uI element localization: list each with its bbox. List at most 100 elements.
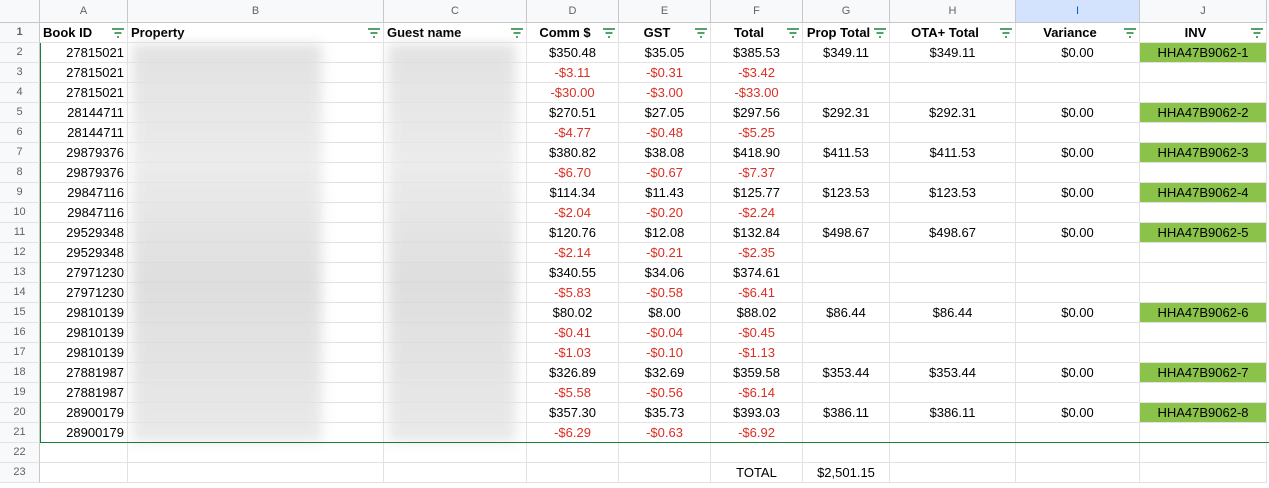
ota-total-cell[interactable]: [890, 323, 1016, 343]
book-id-cell[interactable]: 29810139: [40, 323, 128, 343]
row-number[interactable]: 12: [0, 243, 40, 263]
ota-total-cell[interactable]: [890, 243, 1016, 263]
cell[interactable]: [1140, 443, 1267, 463]
prop-total-cell[interactable]: $349.11: [803, 43, 890, 63]
comm-cell[interactable]: -$0.41: [527, 323, 619, 343]
ota-total-cell[interactable]: [890, 83, 1016, 103]
inv-cell[interactable]: [1140, 123, 1267, 143]
inv-cell[interactable]: [1140, 343, 1267, 363]
total-cell[interactable]: -$2.24: [711, 203, 803, 223]
comm-cell[interactable]: $120.76: [527, 223, 619, 243]
cell[interactable]: [1016, 463, 1140, 483]
book-id-cell[interactable]: 28900179: [40, 423, 128, 443]
cell[interactable]: [803, 443, 890, 463]
row-number[interactable]: 10: [0, 203, 40, 223]
cell[interactable]: [40, 443, 128, 463]
gst-cell[interactable]: -$0.10: [619, 343, 711, 363]
prop-total-cell[interactable]: [803, 263, 890, 283]
select-all-corner[interactable]: [0, 0, 40, 23]
gst-cell[interactable]: -$0.04: [619, 323, 711, 343]
book-id-cell[interactable]: 27971230: [40, 283, 128, 303]
book-id-cell[interactable]: 29529348: [40, 243, 128, 263]
row-number[interactable]: 2: [0, 43, 40, 63]
header-gst[interactable]: GST: [619, 23, 711, 43]
gst-cell[interactable]: $34.06: [619, 263, 711, 283]
row-number[interactable]: 4: [0, 83, 40, 103]
filter-icon[interactable]: [695, 28, 707, 38]
ota-total-cell[interactable]: [890, 63, 1016, 83]
row-number[interactable]: 17: [0, 343, 40, 363]
total-cell[interactable]: -$6.92: [711, 423, 803, 443]
prop-total-cell[interactable]: $292.31: [803, 103, 890, 123]
total-cell[interactable]: $88.02: [711, 303, 803, 323]
gst-cell[interactable]: $38.08: [619, 143, 711, 163]
variance-cell[interactable]: $0.00: [1016, 43, 1140, 63]
prop-total-cell[interactable]: $411.53: [803, 143, 890, 163]
column-header-a[interactable]: A: [40, 0, 128, 23]
filter-icon[interactable]: [1000, 28, 1012, 38]
variance-cell[interactable]: [1016, 243, 1140, 263]
inv-cell[interactable]: HHA47B9062-5: [1140, 223, 1267, 243]
book-id-cell[interactable]: 28144711: [40, 103, 128, 123]
total-cell[interactable]: -$3.42: [711, 63, 803, 83]
row-number[interactable]: 21: [0, 423, 40, 443]
total-cell[interactable]: $374.61: [711, 263, 803, 283]
inv-cell[interactable]: [1140, 243, 1267, 263]
variance-cell[interactable]: $0.00: [1016, 303, 1140, 323]
prop-total-cell[interactable]: $386.11: [803, 403, 890, 423]
inv-cell[interactable]: [1140, 203, 1267, 223]
comm-cell[interactable]: $80.02: [527, 303, 619, 323]
row-number[interactable]: 8: [0, 163, 40, 183]
filter-icon[interactable]: [112, 28, 124, 38]
ota-total-cell[interactable]: $349.11: [890, 43, 1016, 63]
prop-total-cell[interactable]: [803, 163, 890, 183]
total-cell[interactable]: -$7.37: [711, 163, 803, 183]
header-property[interactable]: Property: [128, 23, 384, 43]
inv-cell[interactable]: [1140, 263, 1267, 283]
gst-cell[interactable]: -$3.00: [619, 83, 711, 103]
cell[interactable]: [1140, 463, 1267, 483]
filter-icon[interactable]: [368, 28, 380, 38]
ota-total-cell[interactable]: $498.67: [890, 223, 1016, 243]
filter-icon[interactable]: [603, 28, 615, 38]
variance-cell[interactable]: [1016, 343, 1140, 363]
ota-total-cell[interactable]: [890, 203, 1016, 223]
cell[interactable]: [527, 443, 619, 463]
gst-cell[interactable]: -$0.21: [619, 243, 711, 263]
total-cell[interactable]: -$1.13: [711, 343, 803, 363]
gst-cell[interactable]: $11.43: [619, 183, 711, 203]
inv-cell[interactable]: [1140, 383, 1267, 403]
comm-cell[interactable]: $114.34: [527, 183, 619, 203]
book-id-cell[interactable]: 29847116: [40, 183, 128, 203]
row-number[interactable]: 6: [0, 123, 40, 143]
book-id-cell[interactable]: 27971230: [40, 263, 128, 283]
total-cell[interactable]: -$6.14: [711, 383, 803, 403]
total-cell[interactable]: $359.58: [711, 363, 803, 383]
inv-cell[interactable]: HHA47B9062-7: [1140, 363, 1267, 383]
gst-cell[interactable]: -$0.20: [619, 203, 711, 223]
gst-cell[interactable]: -$0.31: [619, 63, 711, 83]
header-guest-name[interactable]: Guest name: [384, 23, 527, 43]
filter-icon[interactable]: [874, 28, 886, 38]
inv-cell[interactable]: HHA47B9062-2: [1140, 103, 1267, 123]
comm-cell[interactable]: -$2.14: [527, 243, 619, 263]
cell[interactable]: [128, 443, 384, 463]
prop-total-cell[interactable]: [803, 243, 890, 263]
variance-cell[interactable]: $0.00: [1016, 143, 1140, 163]
total-cell[interactable]: $385.53: [711, 43, 803, 63]
row-number[interactable]: 5: [0, 103, 40, 123]
book-id-cell[interactable]: 29810139: [40, 343, 128, 363]
cell[interactable]: [619, 443, 711, 463]
gst-cell[interactable]: -$0.56: [619, 383, 711, 403]
ota-total-cell[interactable]: $411.53: [890, 143, 1016, 163]
row-number[interactable]: 11: [0, 223, 40, 243]
total-cell[interactable]: $297.56: [711, 103, 803, 123]
row-number[interactable]: 18: [0, 363, 40, 383]
gst-cell[interactable]: -$0.58: [619, 283, 711, 303]
comm-cell[interactable]: -$3.11: [527, 63, 619, 83]
ota-total-cell[interactable]: $353.44: [890, 363, 1016, 383]
comm-cell[interactable]: $357.30: [527, 403, 619, 423]
book-id-cell[interactable]: 27881987: [40, 363, 128, 383]
variance-cell[interactable]: [1016, 283, 1140, 303]
cell[interactable]: [384, 443, 527, 463]
